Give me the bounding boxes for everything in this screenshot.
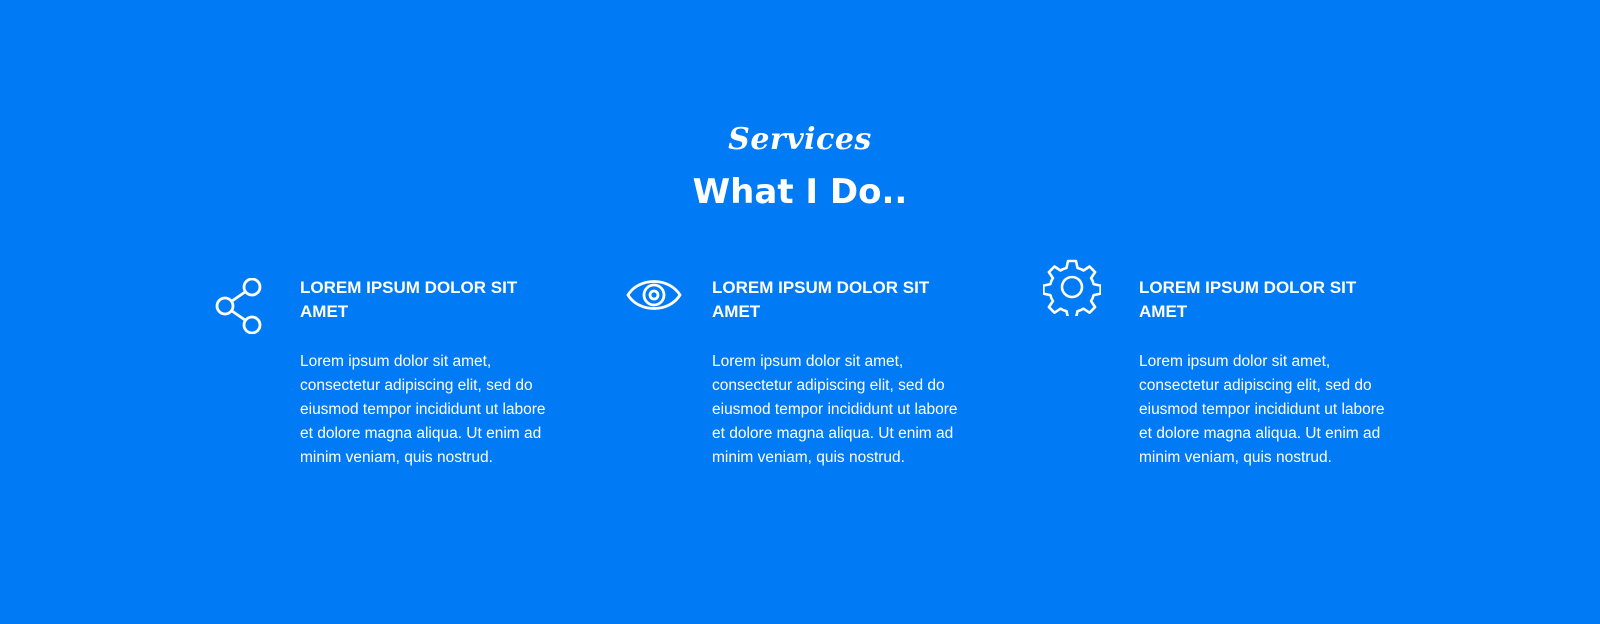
- service-card-1: LOREM IPSUM DOLOR SIT AMET Lorem ipsum d…: [214, 256, 594, 516]
- service-title-2: LOREM IPSUM DOLOR SIT AMET: [712, 278, 930, 321]
- service-description-2: Lorem ipsum dolor sit amet, consectetur …: [712, 353, 958, 466]
- services-section: Services What I Do.. LOREM IPSUM DOLOR S…: [0, 0, 1600, 624]
- service-title-3: LOREM IPSUM DOLOR SIT AMET: [1139, 278, 1357, 321]
- service-description-1: Lorem ipsum dolor sit amet, consectetur …: [300, 353, 546, 466]
- service-title-1: LOREM IPSUM DOLOR SIT AMET: [300, 278, 518, 321]
- service-card-2: LOREM IPSUM DOLOR SIT AMET Lorem ipsum d…: [625, 256, 1005, 516]
- service-card-3: LOREM IPSUM DOLOR SIT AMET Lorem ipsum d…: [1043, 256, 1423, 516]
- gear-icon: [1043, 258, 1103, 328]
- share-icon: [214, 278, 274, 348]
- eye-icon: [625, 274, 685, 344]
- section-title: What I Do..: [692, 172, 908, 212]
- section-eyebrow: Services: [728, 122, 872, 157]
- service-description-3: Lorem ipsum dolor sit amet, consectetur …: [1139, 353, 1385, 466]
